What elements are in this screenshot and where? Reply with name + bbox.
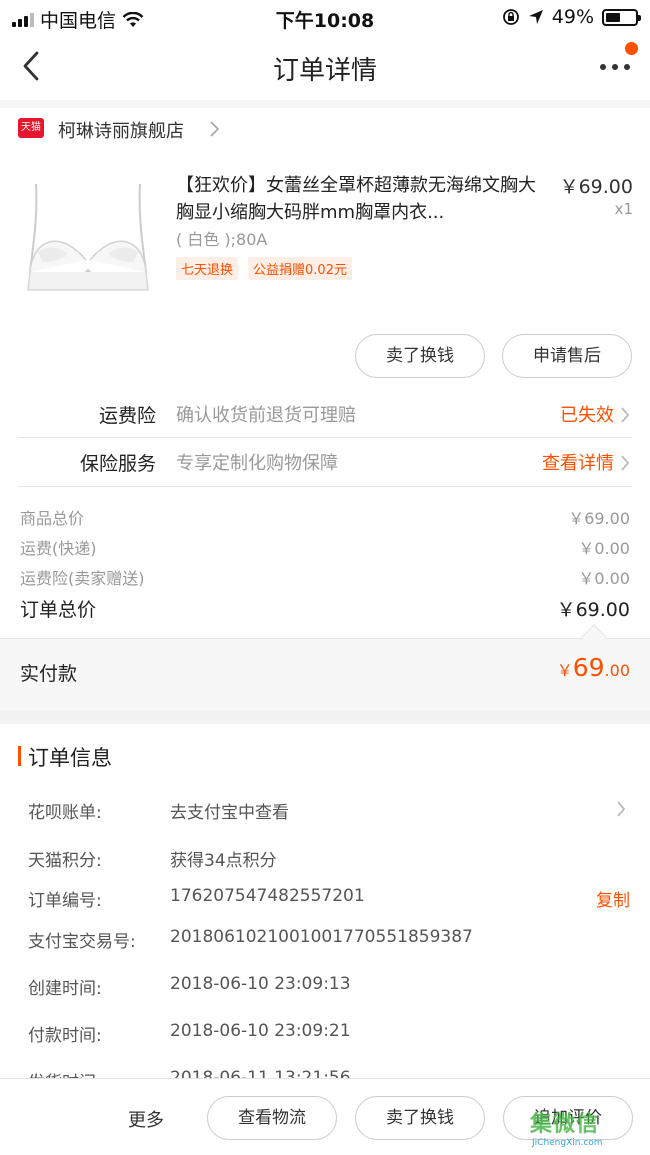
location-icon [528, 10, 543, 24]
alipay-trade-value: 2018061021001001770551859387 [170, 927, 473, 947]
amount-paid-value: ￥69.00 [557, 653, 630, 682]
status-bar: 中国电信 下午10:08 49% [0, 0, 650, 34]
divider [18, 486, 632, 487]
insurance-service-row[interactable]: 保险服务 专享定制化购物保障 查看详情 [18, 438, 632, 486]
battery-percent: 49% [551, 6, 594, 28]
shipping-fee-value: ￥0.00 [578, 539, 630, 558]
sell-for-cash-bottom-button[interactable]: 卖了换钱 [355, 1096, 485, 1140]
huabei-bill-value: 去支付宝中查看 [170, 803, 289, 823]
product-quantity: x1 [614, 200, 633, 218]
order-total-row: 订单总价 ￥69.00 [20, 595, 630, 622]
product-sku: ( 白色 );80A [176, 230, 268, 249]
amount-paid-currency: ￥ [556, 661, 573, 680]
shipping-insurance-label: 运费险 [98, 405, 156, 427]
shipping-insurance-desc: 确认收货前退货可理赔 [176, 405, 356, 426]
watermark-url: JiChengXin.com [532, 1138, 603, 1148]
nav-bar: 订单详情 [0, 34, 650, 100]
paid-time-value: 2018-06-10 23:09:21 [170, 1021, 351, 1041]
page-title: 订单详情 [272, 56, 377, 86]
product-title[interactable]: 【狂欢价】女蕾丝全罩杯超薄款无海绵文胸大胸显小缩胸大码胖mm胸罩内衣... [176, 172, 548, 226]
shipping-insurance-status: 已失效 [560, 405, 614, 426]
more-menu-icon[interactable] [598, 54, 632, 80]
amount-paid-decimal: .00 [604, 661, 630, 680]
chevron-right-icon [210, 121, 220, 137]
insurance-view-details[interactable]: 查看详情 [542, 449, 614, 475]
section-gap [0, 100, 650, 108]
amount-paid-label: 实付款 [20, 663, 78, 685]
insurance-service-label: 保险服务 [79, 453, 156, 475]
battery-fill [606, 12, 620, 22]
battery-icon [602, 8, 641, 26]
goods-total-value: ￥69.00 [568, 509, 630, 528]
shipping-insurance-fee-value: ￥0.00 [578, 569, 630, 588]
chevron-right-icon [621, 455, 630, 471]
shop-header[interactable]: 天猫 柯琳诗丽旗舰店 [0, 108, 650, 150]
copy-button[interactable]: 复制 [596, 886, 630, 911]
order-number-value: 176207547482557201 [170, 886, 365, 906]
order-info-title: 订单信息 [28, 746, 112, 770]
huabei-bill-label: 花呗账单: [28, 803, 102, 823]
rotation-lock-icon [502, 9, 519, 25]
alipay-trade-label: 支付宝交易号: [28, 932, 136, 952]
more-button[interactable]: 更多 [128, 1106, 164, 1132]
shipping-fee-row: 运费(快递) ￥0.00 [20, 535, 630, 559]
shipping-insurance-fee-row: 运费险(卖家赠送) ￥0.00 [20, 565, 630, 589]
apply-after-sale-button[interactable]: 申请售后 [502, 334, 632, 378]
shop-name[interactable]: 柯琳诗丽旗舰店 [58, 117, 184, 143]
chevron-right-icon [617, 801, 626, 817]
amount-paid-block: 实付款 ￥69.00 [0, 638, 650, 710]
order-number-label: 订单编号: [28, 891, 102, 911]
created-time-label: 创建时间: [28, 979, 102, 999]
tmall-badge: 天猫 [18, 118, 44, 138]
goods-total-row: 商品总价 ￥69.00 [20, 505, 630, 529]
order-total-value: ￥69.00 [556, 599, 630, 621]
view-logistics-button[interactable]: 查看物流 [207, 1096, 337, 1140]
product-image[interactable] [18, 172, 158, 312]
watermark-logo: 集微信 [530, 1112, 600, 1137]
chevron-right-icon [621, 407, 630, 423]
tag-seven-day-return: 七天退换 [176, 257, 239, 280]
heading-accent-bar [18, 746, 21, 766]
service-tags: 七天退换 公益捐赠0.02元 [176, 257, 352, 280]
insurance-service-desc: 专享定制化购物保障 [176, 453, 338, 474]
product-price: ￥69.00 [559, 176, 633, 198]
sell-for-cash-button[interactable]: 卖了换钱 [355, 334, 485, 378]
paid-time-label: 付款时间: [28, 1026, 102, 1046]
shipping-fee-label: 运费(快递) [20, 539, 97, 558]
goods-total-label: 商品总价 [20, 509, 85, 528]
site-watermark: 集微信 JiChengXin.com [530, 1106, 642, 1150]
tag-charity: 公益捐赠0.02元 [248, 257, 352, 280]
tmall-points-label: 天猫积分: [28, 851, 102, 871]
order-total-label: 订单总价 [20, 599, 97, 621]
shipping-insurance-row[interactable]: 运费险 确认收货前退货可理赔 已失效 [18, 390, 632, 438]
created-time-value: 2018-06-10 23:09:13 [170, 974, 351, 994]
notification-dot [625, 42, 638, 55]
section-gap [0, 710, 650, 724]
status-right: 49% [502, 6, 641, 28]
shipping-insurance-fee-label: 运费险(卖家赠送) [20, 569, 145, 588]
amount-paid-integer: 69 [572, 653, 605, 682]
tmall-points-value: 获得34点积分 [170, 851, 277, 871]
